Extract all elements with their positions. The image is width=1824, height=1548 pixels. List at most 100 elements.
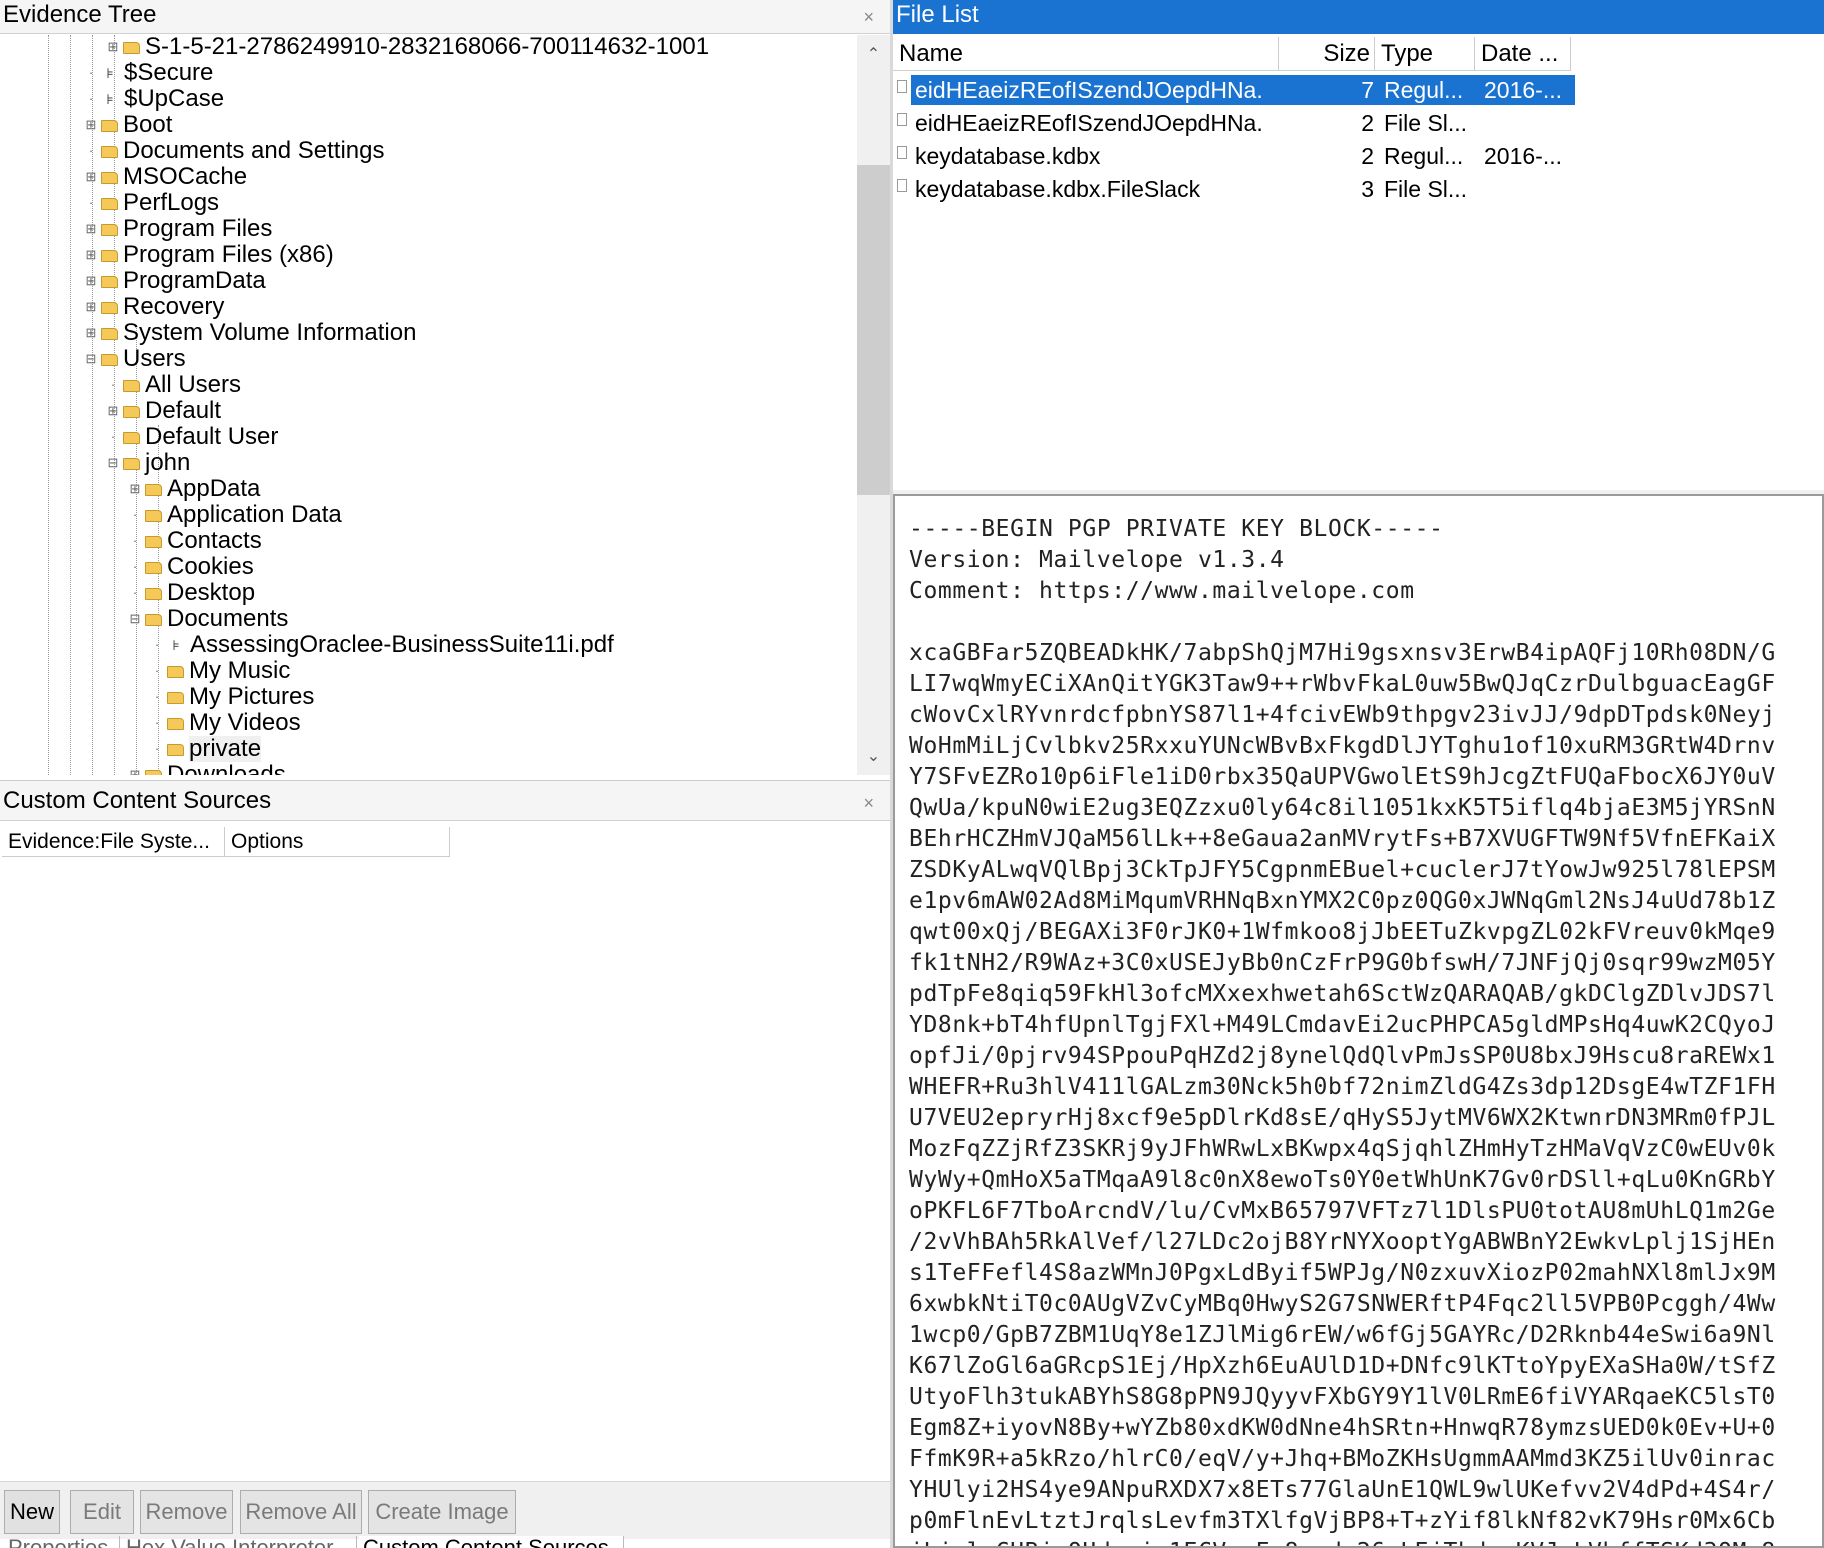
viewer-line: BEhrHCZHmVJQaM56lLk++8eGaua2anMVrytFs+B7… — [909, 826, 1776, 852]
file-list-row[interactable]: keydatabase.kdbx 2 Regul... 2016-... — [893, 141, 1575, 171]
expand-icon[interactable]: ⊞ — [84, 320, 98, 346]
expand-icon[interactable]: ⊞ — [84, 216, 98, 242]
file-date — [1480, 174, 1575, 204]
tree-item[interactable]: ⊞ ProgramData — [84, 268, 266, 294]
viewer-text: -----BEGIN PGP PRIVATE KEY BLOCK----- Ver… — [909, 514, 1776, 1546]
tree-item[interactable]: · ⊧ $Secure — [84, 60, 214, 86]
file-list-row[interactable]: keydatabase.kdbx.FileSlack 3 File Sl... — [893, 174, 1575, 204]
tree-item[interactable]: ⊟ Documents — [128, 606, 289, 632]
file-size: 2 — [1361, 143, 1374, 169]
column-header-options[interactable]: Options — [225, 827, 450, 857]
tree-item[interactable]: · Default User — [106, 424, 279, 450]
tree-item[interactable]: · My Videos — [150, 710, 301, 736]
tree-item[interactable]: · All Users — [106, 372, 241, 398]
tab-properties[interactable]: Properties — [4, 1536, 120, 1548]
ccs-list[interactable] — [2, 859, 886, 1459]
column-header-size[interactable]: Size — [1279, 37, 1375, 71]
viewer-line: WHEFR+Ru3hlV411lGALzm30Nck5h0bf72nimZldG… — [909, 1074, 1776, 1100]
bottom-tab-strip: Properties Hex Value Interpreter Custom … — [0, 1536, 890, 1548]
file-size: 3 — [1361, 176, 1374, 202]
viewer-line: 6xwbkNtiT0c0AUgVZvCyMBq0HwyS2G7SNWERftP4… — [909, 1291, 1776, 1317]
viewer-line: YD8nk+bT4hfUpnlTgjFXl+M49LCmdavEi2ucPHPC… — [909, 1012, 1776, 1038]
tree-item[interactable]: ⊞ Program Files (x86) — [84, 242, 334, 268]
close-icon[interactable]: × — [863, 2, 874, 32]
expand-icon[interactable]: ⊞ — [106, 398, 120, 424]
column-header-name[interactable]: Name — [893, 37, 1279, 71]
tree-item[interactable]: ⊞ Downloads — [128, 762, 286, 775]
file-list-row[interactable]: eidHEaeizREofISzendJOepdHNa... 2 File Sl..… — [893, 108, 1575, 138]
tree-item[interactable]: ⊞ MSOCache — [84, 164, 248, 190]
tree-item[interactable]: · Documents and Settings — [84, 138, 385, 164]
viewer-line: Y7SFvEZRo10p6iFle1iD0rbx35QaUPVGwolEtS9h… — [909, 764, 1776, 790]
viewer-line: ZSDKyALwqVQlBpj3CkTpJFY5CgpnmEBuel+cucle… — [909, 857, 1776, 883]
file-icon — [893, 141, 911, 171]
column-header-type[interactable]: Type — [1375, 37, 1475, 71]
tree-connector: · — [132, 585, 138, 600]
tree-item[interactable]: · PerfLogs — [84, 190, 219, 216]
edit-button[interactable]: Edit — [70, 1490, 134, 1534]
tree-item[interactable]: ⊟ john — [106, 450, 191, 476]
viewer-line: Egm8Z+iyovN8By+wYZb80xdKW0dNne4hSRtn+Hnw… — [909, 1415, 1776, 1441]
close-icon[interactable]: × — [863, 783, 874, 823]
expand-icon[interactable]: ⊞ — [84, 242, 98, 268]
tree-item[interactable]: · ⊧ $UpCase — [84, 86, 224, 112]
scroll-thumb[interactable] — [857, 165, 890, 495]
tree-item[interactable]: · My Pictures — [150, 684, 315, 710]
expand-icon[interactable]: ⊞ — [84, 268, 98, 294]
tree-item[interactable]: ⊞ Boot — [84, 112, 173, 138]
column-header-evidence[interactable]: Evidence:File Syste... — [2, 827, 225, 857]
tree-item[interactable]: · Contacts — [128, 528, 262, 554]
tree-item[interactable]: ⊞ Program Files — [84, 216, 273, 242]
expand-icon[interactable]: ⊞ — [84, 112, 98, 138]
scroll-down-icon[interactable]: ⌄ — [857, 743, 890, 771]
tree-item[interactable]: · private — [150, 735, 262, 762]
tree-item[interactable]: ⊞ Recovery — [84, 294, 225, 320]
tree-item[interactable]: ⊞ S-1-5-21-2786249910-2832168066-70011463… — [106, 35, 710, 60]
collapse-icon[interactable]: ⊟ — [128, 606, 142, 632]
expand-icon[interactable]: ⊞ — [128, 476, 142, 502]
expand-icon[interactable]: ⊞ — [128, 762, 142, 775]
tree-item-label: private — [189, 735, 262, 762]
tree-item-label: Program Files (x86) — [123, 241, 334, 268]
viewer-line: opfJi/0pjrv94SPpouPqHZd2j8ynelQdQlvPmJsS… — [909, 1043, 1776, 1069]
tree-item[interactable]: · Application Data — [128, 502, 342, 528]
tree-item[interactable]: ⊞ System Volume Information — [84, 319, 417, 346]
evidence-tree-panel: Evidence Tree × ⊞ S-1-5-21-2786249910-283… — [0, 0, 890, 780]
viewer-line: WoHmMiLjCvlbkv25RxxuYUNcWBvBxFkgdDlJYTgh… — [909, 733, 1776, 759]
file-list-panel: File List Name Size Type Date ... eidHEa… — [893, 0, 1824, 490]
file-list-row[interactable]: eidHEaeizREofISzendJOepdHNa... 7 Regul... 2… — [893, 75, 1575, 105]
ccs-title: Custom Content Sources × — [0, 781, 890, 821]
column-header-date[interactable]: Date ... — [1475, 37, 1571, 71]
tree-item[interactable]: · Desktop — [128, 580, 255, 606]
folder-icon — [101, 250, 118, 262]
evidence-tree-title: Evidence Tree × — [0, 0, 890, 34]
expand-icon[interactable]: ⊞ — [106, 35, 120, 60]
collapse-icon[interactable]: ⊟ — [84, 346, 98, 372]
text-viewer[interactable]: -----BEGIN PGP PRIVATE KEY BLOCK----- Ver… — [893, 494, 1824, 1548]
tree-connector: · — [88, 195, 94, 210]
tree-item[interactable]: · ⊧ AssessingOraclee-BusinessSuite11i.pdf — [150, 632, 614, 658]
create-image-button[interactable]: Create Image — [368, 1490, 516, 1534]
tree-item[interactable]: · Cookies — [128, 554, 254, 580]
folder-icon — [123, 406, 140, 418]
tree-item[interactable]: ⊞ Default — [106, 398, 222, 424]
folder-icon — [101, 198, 118, 210]
expand-icon[interactable]: ⊞ — [84, 294, 98, 320]
remove-all-button[interactable]: Remove All — [240, 1490, 362, 1534]
tab-hex-value-interpreter[interactable]: Hex Value Interpreter — [122, 1536, 357, 1548]
tab-custom-content-sources[interactable]: Custom Content Sources — [359, 1536, 624, 1548]
tree-item-label: Application Data — [167, 501, 342, 528]
evidence-tree[interactable]: ⊞ S-1-5-21-2786249910-2832168066-70011463… — [0, 35, 855, 775]
tree-item[interactable]: ⊟ Users — [84, 346, 186, 372]
tree-item-label: AppData — [167, 475, 261, 502]
tree-item[interactable]: · My Music — [150, 658, 291, 684]
new-button[interactable]: New — [4, 1490, 60, 1534]
scroll-up-icon[interactable]: ⌃ — [857, 41, 890, 69]
tree-connector: · — [110, 377, 116, 392]
tree-item[interactable]: ⊞ AppData — [128, 475, 261, 502]
tree-scrollbar[interactable]: ⌃ ⌄ — [857, 35, 890, 775]
remove-button[interactable]: Remove — [140, 1490, 233, 1534]
expand-icon[interactable]: ⊞ — [84, 164, 98, 190]
collapse-icon[interactable]: ⊟ — [106, 450, 120, 476]
tree-item-label: System Volume Information — [123, 319, 417, 346]
